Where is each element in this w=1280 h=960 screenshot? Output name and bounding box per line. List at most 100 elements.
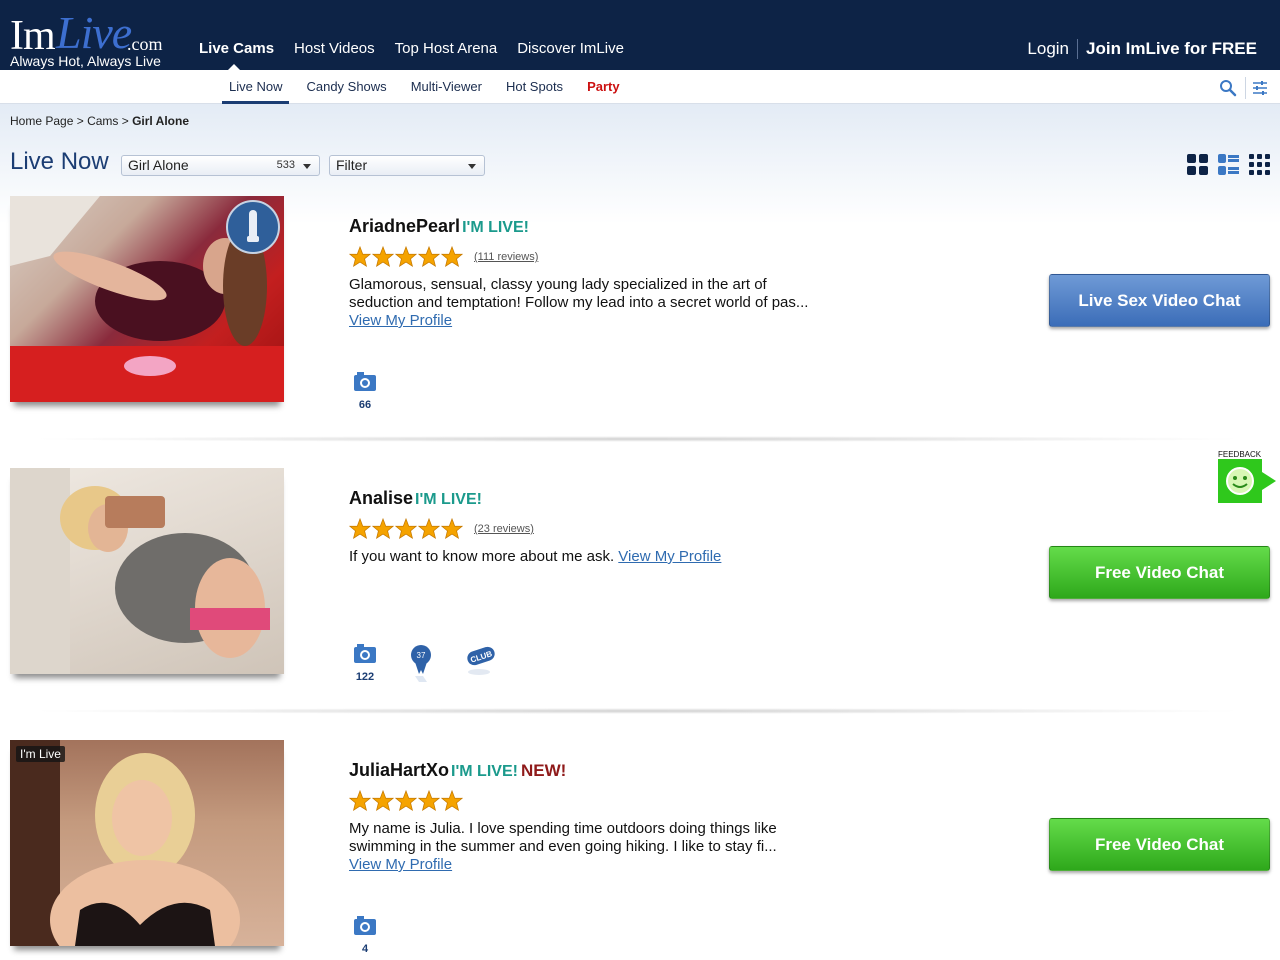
chevron-down-icon	[468, 164, 476, 169]
sub-nav-hot-spots[interactable]: Hot Spots	[499, 70, 570, 104]
main-nav-live-cams[interactable]: Live Cams	[199, 40, 274, 71]
login-link[interactable]: Login	[1027, 39, 1079, 59]
award-number: 37	[417, 651, 426, 660]
performer-meta: 4	[352, 916, 378, 955]
sliders-icon[interactable]	[1252, 80, 1268, 96]
rating-stars: (23 reviews)	[349, 518, 534, 540]
logo-live-text: Live	[56, 7, 132, 58]
breadcrumb-separator: >	[73, 114, 88, 128]
live-sex-video-chat-button[interactable]: Live Sex Video Chat	[1049, 274, 1270, 327]
reviews-link[interactable]: (111 reviews)	[474, 251, 538, 263]
main-nav-host-videos[interactable]: Host Videos	[294, 40, 375, 57]
photo-count[interactable]: 4	[352, 916, 378, 955]
account-links: Login Join ImLive for FREE	[1027, 39, 1257, 59]
performer-name-line: Analise I'M LIVE!	[349, 488, 482, 509]
free-video-chat-button[interactable]: Free Video Chat	[1049, 818, 1270, 871]
photo-count[interactable]: 122	[352, 644, 378, 689]
performer-card: Analise I'M LIVE! (23 reviews) If you wan…	[0, 468, 1280, 714]
photo-count-value: 4	[361, 943, 369, 955]
star-icon	[418, 790, 440, 811]
free-video-chat-button[interactable]: Free Video Chat	[1049, 546, 1270, 599]
sub-nav-live-now[interactable]: Live Now	[222, 70, 290, 104]
view-switcher	[1187, 154, 1270, 175]
filter-select-value: Filter	[336, 157, 368, 173]
breadcrumb-home[interactable]: Home Page	[10, 114, 73, 128]
sub-nav-bar: Live Now Candy Shows Multi-Viewer Hot Sp…	[0, 70, 1280, 104]
page-title: Live Now	[10, 148, 109, 175]
breadcrumb-separator: >	[118, 114, 133, 128]
main-nav-discover-imlive[interactable]: Discover ImLive	[517, 40, 624, 57]
camera-icon	[354, 644, 376, 663]
listing-divider	[25, 708, 1250, 714]
view-profile-link[interactable]: View My Profile	[618, 548, 721, 565]
performer-name-line: JuliaHartXo I'M LIVE! NEW!	[349, 760, 566, 781]
live-status-badge: I'M LIVE!	[451, 763, 518, 780]
thumbnail-image	[10, 740, 240, 946]
category-select[interactable]: Girl Alone 533	[121, 155, 320, 176]
performer-name[interactable]: AriadnePearl	[349, 216, 460, 236]
rating-stars: (111 reviews)	[349, 246, 538, 268]
star-icon	[418, 246, 440, 267]
performer-meta: 122 37 CLUB	[352, 644, 495, 689]
tools-divider	[1245, 77, 1246, 99]
performer-thumbnail[interactable]	[10, 196, 284, 402]
performer-card: AriadnePearl I'M LIVE! (111 reviews) Glam…	[0, 196, 1280, 442]
photo-count-value: 66	[358, 399, 372, 411]
performer-description: Glamorous, sensual, classy young lady sp…	[349, 276, 809, 330]
list-view-icon[interactable]	[1218, 154, 1239, 175]
camera-icon	[354, 916, 376, 935]
performer-name[interactable]: Analise	[349, 488, 413, 508]
club-badge[interactable]: CLUB	[464, 644, 495, 689]
star-icon	[441, 518, 463, 539]
performer-thumbnail[interactable]	[10, 468, 284, 674]
ribbon-award-icon: 37	[411, 645, 431, 682]
performer-description: If you want to know more about me ask. V…	[349, 548, 809, 566]
search-icon[interactable]	[1219, 79, 1237, 97]
star-icon	[395, 518, 417, 539]
grid-3x3-icon[interactable]	[1249, 154, 1270, 175]
photo-count[interactable]: 66	[352, 372, 378, 411]
feedback-tab[interactable]: FEEDBACK	[1218, 450, 1280, 506]
performer-meta: 66	[352, 372, 378, 411]
description-text: Glamorous, sensual, classy young lady sp…	[349, 276, 809, 311]
sub-nav-tools	[1219, 77, 1268, 99]
photo-count-value: 122	[355, 671, 375, 683]
grid-2x2-icon[interactable]	[1187, 154, 1208, 175]
view-profile-link[interactable]: View My Profile	[349, 856, 452, 873]
description-text: My name is Julia. I love spending time o…	[349, 820, 777, 855]
star-icon	[349, 790, 371, 811]
star-icon	[349, 246, 371, 267]
sub-nav-party[interactable]: Party	[580, 70, 627, 104]
performer-card: I'm Live JuliaHartXo I'M LIVE! NEW! My nam…	[0, 740, 1280, 960]
main-nav: Live Cams Host Videos Top Host Arena Dis…	[199, 40, 644, 71]
star-icon	[372, 790, 394, 811]
imlive-logo[interactable]: Im Live .com Always Hot, Always Live	[10, 6, 180, 69]
breadcrumb: Home Page > Cams > Girl Alone	[10, 114, 189, 128]
breadcrumb-cams[interactable]: Cams	[87, 114, 118, 128]
performer-thumbnail[interactable]: I'm Live	[10, 740, 284, 946]
im-live-tag: I'm Live	[16, 746, 65, 762]
smiley-icon	[1218, 459, 1262, 503]
star-icon	[441, 246, 463, 267]
join-free-link[interactable]: Join ImLive for FREE	[1078, 39, 1257, 59]
award-badge[interactable]: 37	[408, 644, 434, 689]
chevron-down-icon	[303, 164, 311, 169]
filter-select[interactable]: Filter	[329, 155, 485, 176]
sub-nav-candy-shows[interactable]: Candy Shows	[299, 70, 393, 104]
club-badge-icon: CLUB	[467, 646, 495, 675]
top-header: Im Live .com Always Hot, Always Live Liv…	[0, 0, 1280, 71]
category-count: 533	[276, 159, 295, 171]
logo-tagline: Always Hot, Always Live	[10, 53, 161, 69]
sub-nav-multi-viewer[interactable]: Multi-Viewer	[404, 70, 489, 104]
star-icon	[349, 518, 371, 539]
reviews-link[interactable]: (23 reviews)	[474, 523, 534, 535]
listing-divider	[25, 436, 1250, 442]
performer-name-line: AriadnePearl I'M LIVE!	[349, 216, 529, 237]
star-icon	[372, 246, 394, 267]
main-nav-top-host-arena[interactable]: Top Host Arena	[395, 40, 498, 57]
live-status-badge: I'M LIVE!	[415, 491, 482, 508]
performer-description: My name is Julia. I love spending time o…	[349, 820, 809, 874]
feedback-label: FEEDBACK	[1218, 450, 1262, 459]
view-profile-link[interactable]: View My Profile	[349, 312, 452, 329]
performer-name[interactable]: JuliaHartXo	[349, 760, 449, 780]
